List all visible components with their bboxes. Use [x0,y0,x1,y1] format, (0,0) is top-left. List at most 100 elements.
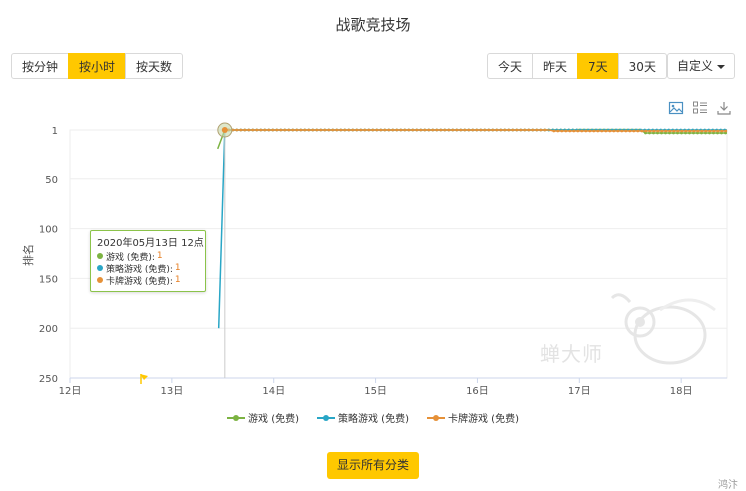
series-point [479,128,483,132]
series-point [283,128,287,132]
legend-item-card[interactable]: 卡牌游戏 (免费) [426,410,519,425]
x-tick-label: 13日 [160,386,183,397]
range-today-button[interactable]: 今天 [487,53,534,79]
x-tick-label: 14日 [262,386,285,397]
series-point [235,128,239,132]
tooltip-header: 2020年05月13日 12点 [97,238,204,249]
series-point [688,129,692,133]
x-tick-label: 16日 [466,386,489,397]
chart-legend: 游戏 (免费) 策略游戏 (免费) 卡牌游戏 (免费) [0,410,746,425]
series-point [708,129,712,133]
series-point [724,129,728,133]
hover-point [221,127,228,133]
series-point [531,128,535,132]
series-point [535,128,539,132]
series-point [568,129,572,133]
series-point [515,128,519,132]
show-all-categories-button[interactable]: 显示所有分类 [327,452,419,479]
tooltip-series-value: 1 [174,275,181,285]
per-day-button[interactable]: 按天数 [125,53,184,79]
series-point [672,129,676,133]
series-point [463,128,467,132]
series-point [343,128,347,132]
x-tick-label: 15日 [364,386,387,397]
series-point [636,129,640,133]
range-yesterday-button[interactable]: 昨天 [532,53,579,79]
x-tick-label: 18日 [670,386,693,397]
series-point [539,128,543,132]
series-point [620,129,624,133]
series-dot-icon [97,277,103,283]
series-point [319,128,323,132]
series-point [527,128,531,132]
series-point [640,129,644,133]
range-7days-button[interactable]: 7天 [577,53,619,79]
y-axis-ticks: 150100150200250 [39,126,58,385]
tooltip-series-name: 卡牌游戏 (免费): [106,276,173,287]
series-point [556,129,560,133]
series-point [684,129,688,133]
series-point [451,128,455,132]
series-point [311,128,315,132]
series-point [467,128,471,132]
series-point [439,128,443,132]
series-point [483,128,487,132]
legend-item-strategy[interactable]: 策略游戏 (免费) [317,410,409,425]
series-point [644,129,648,133]
series-point [660,129,664,133]
per-minute-button[interactable]: 按分钟 [11,53,70,79]
series-point [359,128,363,132]
y-tick-label: 50 [45,175,58,186]
series-point [415,128,419,132]
series-point [443,128,447,132]
series-point [431,128,435,132]
series-point [503,128,507,132]
legend-line-icon [426,414,445,421]
corner-label: 鸿汴 [718,480,738,491]
x-tick-label: 12日 [59,386,82,397]
series-point [552,129,556,133]
per-hour-button[interactable]: 按小时 [68,53,127,79]
series-point [383,128,387,132]
page-title: 战歌竞技场 [335,16,411,34]
y-tick-label: 250 [39,374,58,385]
series-point [700,129,704,133]
custom-range-dropdown[interactable]: 自定义 [667,53,735,79]
series-point [704,129,708,133]
series-point [395,128,399,132]
series-point [399,128,403,132]
series-point [275,128,279,132]
series-point [295,128,299,132]
series-point [664,129,668,133]
custom-range-label: 自定义 [676,59,713,73]
tooltip-row: 卡牌游戏 (免费): 1 [97,274,199,287]
series-point [447,128,451,132]
tooltip-series-value: 1 [156,251,163,261]
x-tick-label: 17日 [568,386,591,397]
series-point [379,128,383,132]
series-point [299,128,303,132]
hover-marker [217,122,233,378]
series-point [588,129,592,133]
series-point [543,128,547,132]
series-point [363,128,367,132]
caret-down-icon [717,64,725,69]
legend-item-games[interactable]: 游戏 (免费) [227,410,299,425]
series-point [271,128,275,132]
series-point [351,128,355,132]
range-30days-button[interactable]: 30天 [617,53,667,79]
y-tick-label: 100 [39,225,58,236]
series-dot-icon [97,265,103,271]
series-point [696,129,700,133]
y-tick-label: 150 [39,274,58,285]
series-point [423,128,427,132]
series-point [471,128,475,132]
watermark-text: 蝉大师 [540,342,603,366]
series-point [419,128,423,132]
series-point [668,129,672,133]
event-flag-icon[interactable] [140,374,148,384]
series-point [339,128,343,132]
series-point [712,129,716,133]
series-point [259,128,263,132]
series-point [628,129,632,133]
